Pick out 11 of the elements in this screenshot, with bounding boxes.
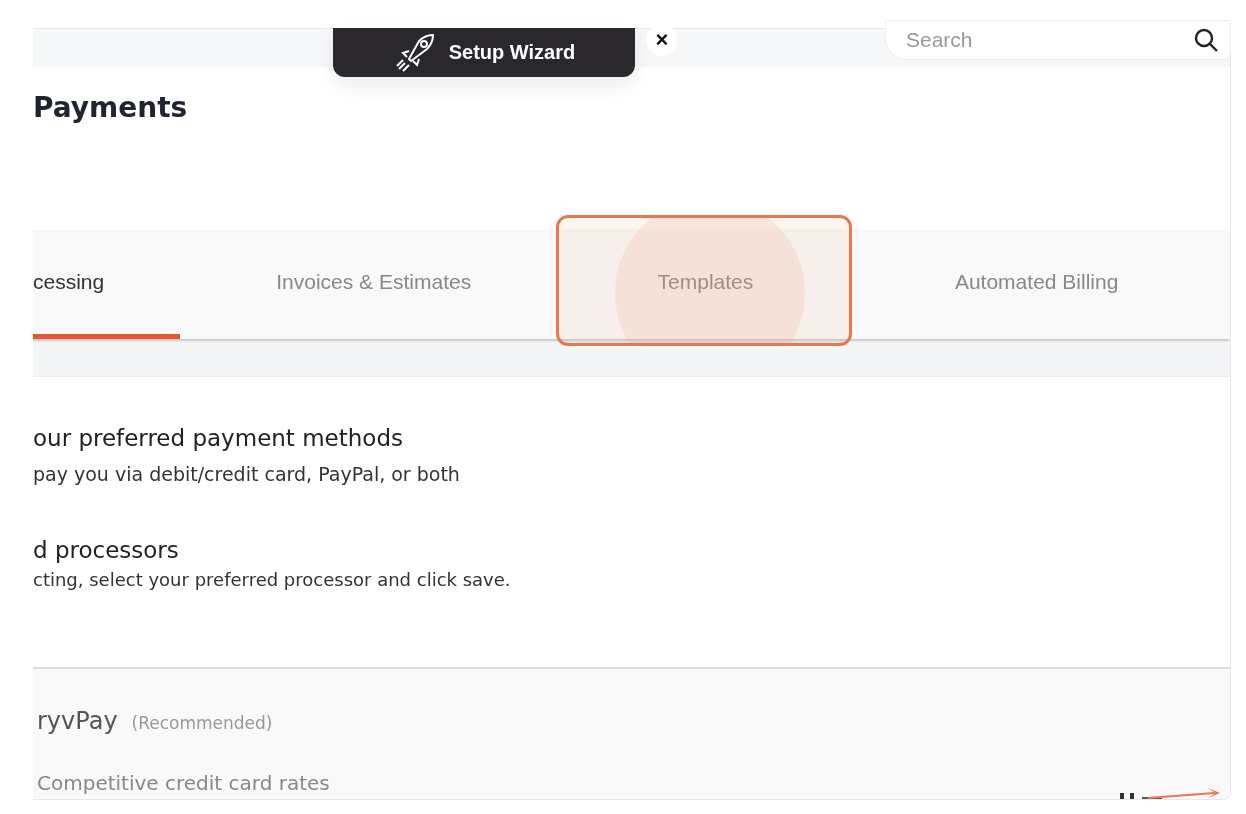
- search-icon: [1193, 27, 1219, 53]
- section-description: pay you via debit/credit card, PayPal, or both: [33, 463, 460, 485]
- setup-wizard-button[interactable]: Setup Wizard: [333, 28, 635, 77]
- search-field[interactable]: Search: [885, 20, 1231, 60]
- recommended-label: (Recommended): [131, 713, 273, 733]
- section-heading: our preferred payment methods: [33, 425, 403, 451]
- section-description: cting, select your preferred processor and click save.: [33, 569, 511, 590]
- feature-text: Competitive credit card rates: [37, 771, 330, 795]
- processor-name: ryvPay: [37, 707, 118, 735]
- section-heading: d processors: [33, 537, 179, 563]
- page-title: Payments: [33, 91, 188, 124]
